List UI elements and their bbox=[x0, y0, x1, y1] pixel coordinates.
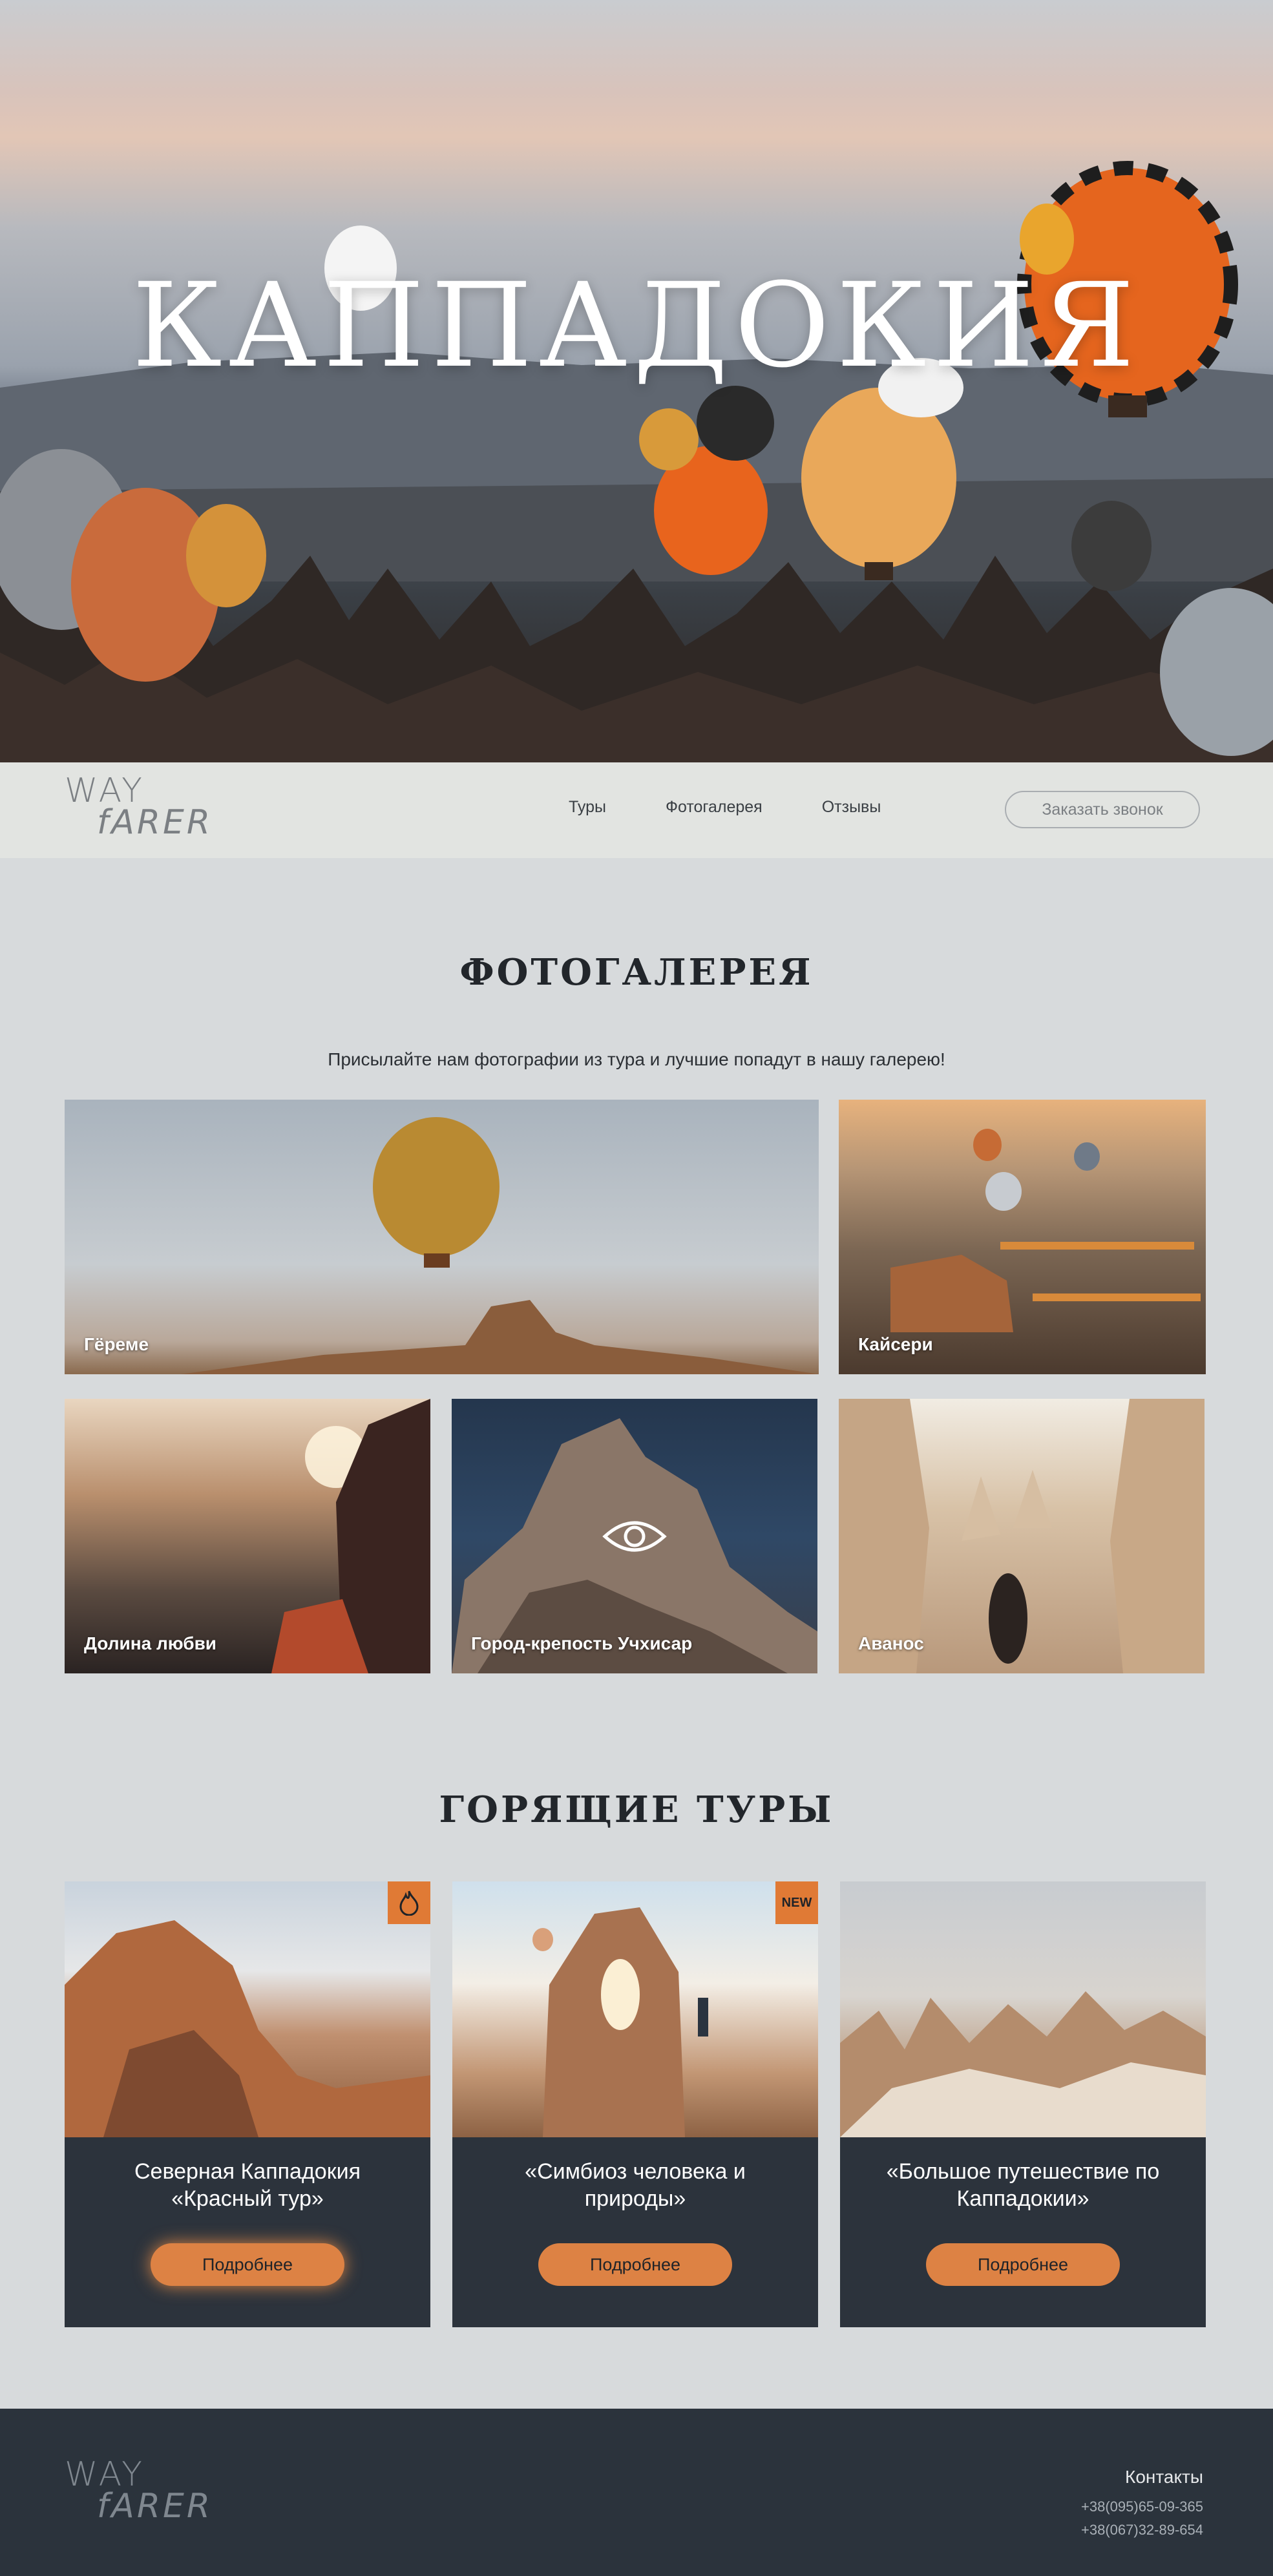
love-valley-image bbox=[271, 1399, 430, 1673]
tour-card: Северная Каппадокия «Красный тур» Подроб… bbox=[65, 1881, 430, 2327]
symbiosis-tour-image bbox=[532, 1907, 708, 2137]
nav-link-tours[interactable]: Туры bbox=[569, 798, 606, 817]
wayfarer-logo[interactable]: WAY fARER bbox=[65, 2458, 213, 2523]
hero-title: КАППАДОКИЯ bbox=[132, 258, 1141, 393]
top-navigation: WAY fARER Туры Фотогалерея Отзывы Заказа… bbox=[0, 762, 1273, 858]
wayfarer-logo[interactable]: WAY fARER bbox=[65, 774, 213, 839]
tour-image bbox=[840, 1881, 1206, 2137]
footer: WAY fARER Контакты +38(095)65-09-365 +38… bbox=[0, 2409, 1273, 2576]
fire-icon bbox=[399, 1890, 419, 1916]
fire-badge bbox=[388, 1881, 430, 1924]
details-button[interactable]: Подробнее bbox=[538, 2243, 732, 2286]
goreme-image bbox=[181, 1117, 819, 1374]
order-call-button[interactable]: Заказать звонок bbox=[1005, 791, 1200, 828]
nav-link-gallery[interactable]: Фотогалерея bbox=[666, 798, 763, 817]
phone-link[interactable]: +38(095)65-09-365 bbox=[1081, 2495, 1203, 2518]
tour-title: «Симбиоз человека и природы» bbox=[525, 2159, 746, 2211]
avanos-image bbox=[839, 1399, 1205, 1673]
tour-card: NEW «Симбиоз человека и природы» Подробн… bbox=[452, 1881, 818, 2327]
grand-journey-tour-image bbox=[840, 1991, 1206, 2137]
new-badge: NEW bbox=[775, 1881, 818, 1924]
gallery-tile-avanos[interactable]: Аванос bbox=[839, 1399, 1205, 1673]
gallery-label: Гёреме bbox=[84, 1334, 149, 1354]
gallery-tile-kayseri[interactable]: Кайсери bbox=[839, 1100, 1206, 1374]
hero-banner: КАППАДОКИЯ bbox=[0, 0, 1273, 762]
eye-icon[interactable] bbox=[602, 1517, 667, 1556]
details-button[interactable]: Подробнее bbox=[151, 2243, 344, 2286]
gallery-tile-uchisar[interactable]: Город-крепость Учхисар bbox=[452, 1399, 817, 1673]
gallery-subtitle: Присылайте нам фотографии из тура и лучш… bbox=[328, 1049, 945, 1069]
contacts-title: Контакты bbox=[1125, 2467, 1203, 2487]
tour-title: Северная Каппадокия «Красный тур» bbox=[134, 2159, 361, 2211]
contacts-block: Контакты +38(095)65-09-365 +38(067)32-89… bbox=[1081, 2467, 1203, 2542]
gallery-label: Долина любви bbox=[84, 1633, 217, 1653]
tours-title: ГОРЯЩИЕ ТУРЫ bbox=[439, 1788, 834, 1831]
tour-card: «Большое путешествие по Каппадокии» Подр… bbox=[840, 1881, 1206, 2327]
phone-link[interactable]: +38(067)32-89-654 bbox=[1081, 2518, 1203, 2542]
tour-title: «Большое путешествие по Каппадокии» bbox=[886, 2159, 1160, 2211]
gallery-tile-goreme[interactable]: Гёреме bbox=[65, 1100, 819, 1374]
gallery-tile-love-valley[interactable]: Долина любви bbox=[65, 1399, 430, 1673]
tour-image: NEW bbox=[452, 1881, 818, 2137]
nav-link-reviews[interactable]: Отзывы bbox=[822, 798, 881, 817]
gallery-title: ФОТОГАЛЕРЕЯ bbox=[459, 951, 814, 994]
gallery-label: Город-крепость Учхисар bbox=[471, 1633, 693, 1653]
kayseri-image bbox=[890, 1129, 1201, 1332]
details-button[interactable]: Подробнее bbox=[926, 2243, 1120, 2286]
red-tour-image bbox=[65, 1920, 430, 2137]
gallery-label: Кайсери bbox=[858, 1334, 933, 1354]
tour-image bbox=[65, 1881, 430, 2137]
gallery-label: Аванос bbox=[858, 1633, 924, 1653]
nav-links: Туры Фотогалерея Отзывы bbox=[569, 798, 881, 817]
